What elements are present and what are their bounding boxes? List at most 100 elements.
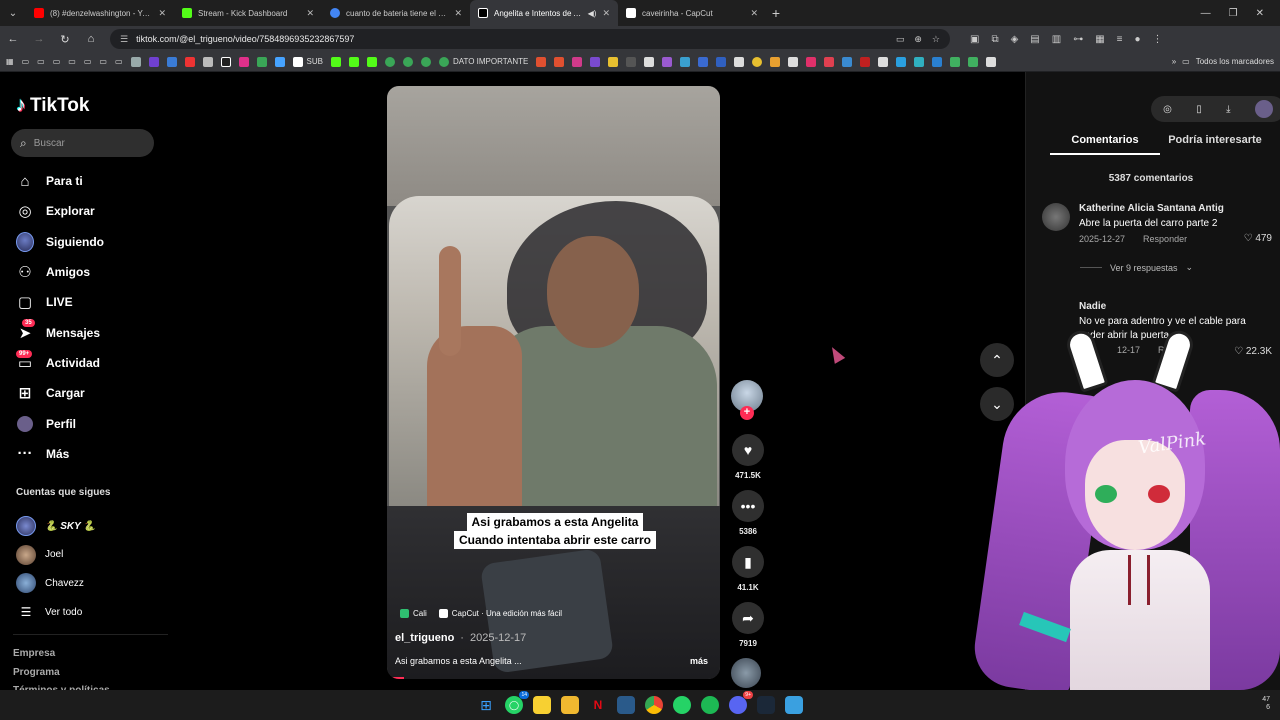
nav-item-amigos[interactable]: ⚇ Amigos (0, 257, 170, 287)
tab-podria-interesarte[interactable]: Podría interesarte (1160, 134, 1270, 155)
close-icon[interactable]: ✕ (158, 8, 166, 19)
close-icon[interactable]: ✕ (750, 8, 758, 19)
bookmark-item[interactable] (716, 56, 727, 67)
bookmark-item[interactable] (986, 56, 997, 67)
view-replies-button[interactable]: Ver 9 respuestas ⌄ (1080, 262, 1193, 273)
all-bookmarks-label[interactable]: Todos los marcadores (1196, 57, 1274, 66)
extension-icon[interactable]: ▣ (970, 34, 979, 45)
bookmark-item[interactable] (572, 56, 583, 67)
folder-icon[interactable]: ▭ (68, 57, 76, 66)
bookmark-item[interactable] (148, 56, 159, 67)
bookmark-item[interactable] (202, 56, 213, 67)
bookmark-item[interactable] (860, 56, 871, 67)
bookmark-icon[interactable]: ▮ (732, 546, 764, 578)
footer-link-programa[interactable]: Programa (13, 664, 110, 683)
tiktok-logo[interactable]: ♪ TikTok (16, 94, 89, 117)
browser-tab-tiktok[interactable]: Angelita e Intentos de Abri ◀) ✕ (470, 0, 618, 26)
share-icon[interactable]: ➦ (732, 602, 764, 634)
nav-item-siguiendo[interactable]: Siguiendo (0, 227, 170, 257)
author-name[interactable]: el_trigueno (395, 632, 454, 644)
comment-like[interactable]: ♡ 479 (1244, 233, 1272, 244)
extension-icon[interactable]: ≡ (1117, 34, 1123, 45)
bookmark-item[interactable] (788, 56, 799, 67)
bookmark-item[interactable] (644, 56, 655, 67)
comment-username[interactable]: Katherine Alicia Santana Antig (1079, 203, 1224, 214)
tab-search-button[interactable]: ⌄ (0, 0, 26, 26)
folder-icon[interactable]: ▭ (115, 57, 123, 66)
tab-comentarios[interactable]: Comentarios (1050, 134, 1160, 155)
extension-icon[interactable]: ▥ (1052, 34, 1061, 45)
bookmark-item[interactable] (256, 56, 267, 67)
bookmark-item[interactable] (184, 56, 195, 67)
close-window-icon[interactable]: ✕ (1256, 8, 1264, 19)
folder-icon[interactable]: ▭ (84, 57, 92, 66)
restore-icon[interactable]: ❐ (1229, 8, 1238, 19)
bookmark-item[interactable] (348, 56, 359, 67)
bookmark-item[interactable] (554, 56, 565, 67)
comment-like[interactable]: ♡ 747 (1230, 443, 1258, 454)
nav-item-para-ti[interactable]: ⌂ Para ti (0, 166, 170, 196)
apps-icon[interactable]: ▦ (6, 57, 14, 66)
bookmark-item[interactable] (842, 56, 853, 67)
menu-dots-icon[interactable]: ⋮ (1153, 34, 1163, 45)
chevron-right-icon[interactable]: » (1172, 57, 1176, 66)
bookmark-item[interactable] (806, 56, 817, 67)
following-item[interactable]: 🐍 SKY 🐍 (16, 512, 96, 541)
bookmark-item[interactable] (770, 56, 781, 67)
windows-start-icon[interactable]: ⊞ (477, 696, 495, 714)
bookmark-item[interactable] (950, 56, 961, 67)
bookmark-item[interactable] (402, 56, 413, 67)
phone-icon[interactable]: ▯ (1196, 104, 1202, 115)
bookmark-item[interactable] (590, 56, 601, 67)
folder-icon[interactable]: ▭ (1182, 57, 1190, 66)
cast-icon[interactable]: ▭ (896, 34, 905, 45)
bookmark-item[interactable] (608, 56, 619, 67)
minimize-icon[interactable]: — (1201, 8, 1211, 19)
system-clock[interactable]: 47 6 (1262, 696, 1270, 712)
avatar[interactable] (1254, 100, 1273, 118)
folder-icon[interactable]: ▭ (37, 57, 45, 66)
footer-link-empresa[interactable]: Empresa (13, 645, 110, 664)
search-box[interactable]: ⌕ (11, 129, 154, 157)
bookmark-item[interactable] (896, 56, 907, 67)
comment-icon[interactable]: ••• (732, 490, 764, 522)
sticky-notes-icon[interactable] (533, 696, 551, 714)
whatsapp-icon[interactable] (673, 696, 691, 714)
extension-icon[interactable]: ◈ (1011, 34, 1019, 45)
folder-icon[interactable]: ▭ (99, 57, 107, 66)
compass-icon[interactable]: ◎ (1163, 104, 1172, 115)
nav-item-cargar[interactable]: ⊞ Cargar (0, 378, 170, 408)
video-player[interactable]: Asi grabamos a esta Angelita Cuando inte… (387, 86, 720, 679)
bookmark-sub[interactable]: SUB (292, 56, 323, 67)
close-icon[interactable]: ✕ (306, 8, 314, 19)
video-progress-bar[interactable] (387, 677, 404, 679)
following-item[interactable]: Chavezz (16, 569, 96, 598)
bookmark-item[interactable] (166, 56, 177, 67)
nav-item-mensajes[interactable]: ➤ 35 Mensajes (0, 317, 170, 347)
bookmark-item[interactable] (130, 56, 141, 67)
bookmark-item[interactable] (878, 56, 889, 67)
steam-icon[interactable] (757, 696, 775, 714)
discord-icon[interactable]: 9+ (729, 691, 753, 714)
search-input[interactable] (33, 137, 134, 149)
avatar[interactable] (1042, 203, 1070, 231)
creator-avatar[interactable]: + (731, 380, 763, 420)
profile-icon[interactable]: ● (1135, 34, 1141, 45)
nav-item-explorar[interactable]: ◎ Explorar (0, 196, 170, 226)
comment-username[interactable]: Nadie (1079, 301, 1106, 312)
bookmark-item[interactable] (330, 56, 341, 67)
bookmark-item[interactable] (220, 56, 231, 67)
nav-item-actividad[interactable]: ▭ 99+ Actividad (0, 348, 170, 378)
bookmark-item[interactable] (626, 56, 637, 67)
bookmark-item[interactable] (384, 56, 395, 67)
new-tab-button[interactable]: + (766, 5, 786, 21)
nav-item-live[interactable]: ▢ LIVE (0, 287, 170, 317)
extension-icon[interactable]: ▤ (1030, 34, 1039, 45)
bookmark-item[interactable] (366, 56, 377, 67)
notepad-icon[interactable] (785, 696, 803, 714)
following-item[interactable]: Joel (16, 541, 96, 570)
address-bar[interactable]: ☰ tiktok.com/@el_trigueno/video/75848969… (110, 29, 950, 49)
follow-plus-icon[interactable]: + (740, 406, 754, 420)
netflix-icon[interactable]: N (589, 696, 607, 714)
bookmark-item[interactable] (420, 56, 431, 67)
